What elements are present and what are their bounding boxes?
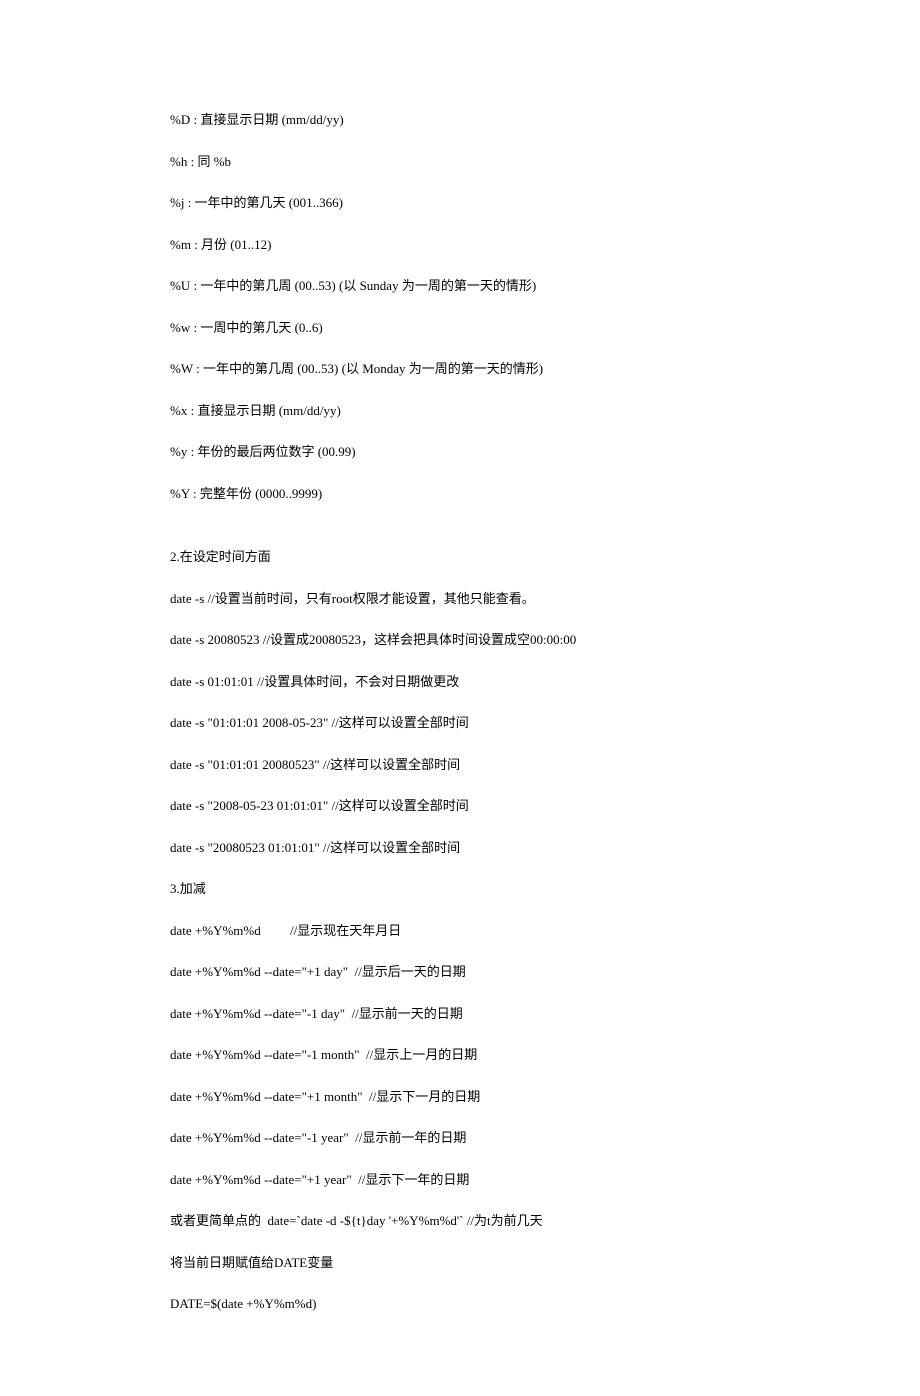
text-line: date +%Y%m%d --date="+1 year" //显示下一年的日期 [170, 1170, 750, 1190]
text-line: %j : 一年中的第几天 (001..366) [170, 193, 750, 213]
text-line: date -s "01:01:01 20080523" //这样可以设置全部时间 [170, 755, 750, 775]
text-line: %h : 同 %b [170, 152, 750, 172]
text-line: date +%Y%m%d --date="-1 month" //显示上一月的日… [170, 1045, 750, 1065]
text-line: %m : 月份 (01..12) [170, 235, 750, 255]
text-line: date +%Y%m%d --date="+1 day" //显示后一天的日期 [170, 962, 750, 982]
text-line: date -s "20080523 01:01:01" //这样可以设置全部时间 [170, 838, 750, 858]
text-line: date -s 01:01:01 //设置具体时间，不会对日期做更改 [170, 672, 750, 692]
text-line: date -s "01:01:01 2008-05-23" //这样可以设置全部… [170, 713, 750, 733]
text-line: 2.在设定时间方面 [170, 547, 750, 567]
text-line: %U : 一年中的第几周 (00..53) (以 Sunday 为一周的第一天的… [170, 276, 750, 296]
text-line: date +%Y%m%d --date="+1 month" //显示下一月的日… [170, 1087, 750, 1107]
text-line: date +%Y%m%d --date="-1 day" //显示前一天的日期 [170, 1004, 750, 1024]
text-line: 或者更简单点的 date=`date -d -${t}day '+%Y%m%d'… [170, 1211, 750, 1231]
text-line: %y : 年份的最后两位数字 (00.99) [170, 442, 750, 462]
text-line: date -s "2008-05-23 01:01:01" //这样可以设置全部… [170, 796, 750, 816]
text-line: date +%Y%m%d //显示现在天年月日 [170, 921, 750, 941]
text-line: %x : 直接显示日期 (mm/dd/yy) [170, 401, 750, 421]
text-line: date -s 20080523 //设置成20080523，这样会把具体时间设… [170, 630, 750, 650]
text-line: date +%Y%m%d --date="-1 year" //显示前一年的日期 [170, 1128, 750, 1148]
text-line: 将当前日期赋值给DATE变量 [170, 1253, 750, 1273]
text-line: %Y : 完整年份 (0000..9999) [170, 484, 750, 504]
text-line: 3.加减 [170, 879, 750, 899]
text-line: %D : 直接显示日期 (mm/dd/yy) [170, 110, 750, 130]
text-line: DATE=$(date +%Y%m%d) [170, 1294, 750, 1314]
text-line: date -s //设置当前时间，只有root权限才能设置，其他只能查看。 [170, 589, 750, 609]
document-page: %D : 直接显示日期 (mm/dd/yy) %h : 同 %b %j : 一年中的… [0, 0, 920, 1396]
text-line: %W : 一年中的第几周 (00..53) (以 Monday 为一周的第一天的… [170, 359, 750, 379]
text-line: %w : 一周中的第几天 (0..6) [170, 318, 750, 338]
